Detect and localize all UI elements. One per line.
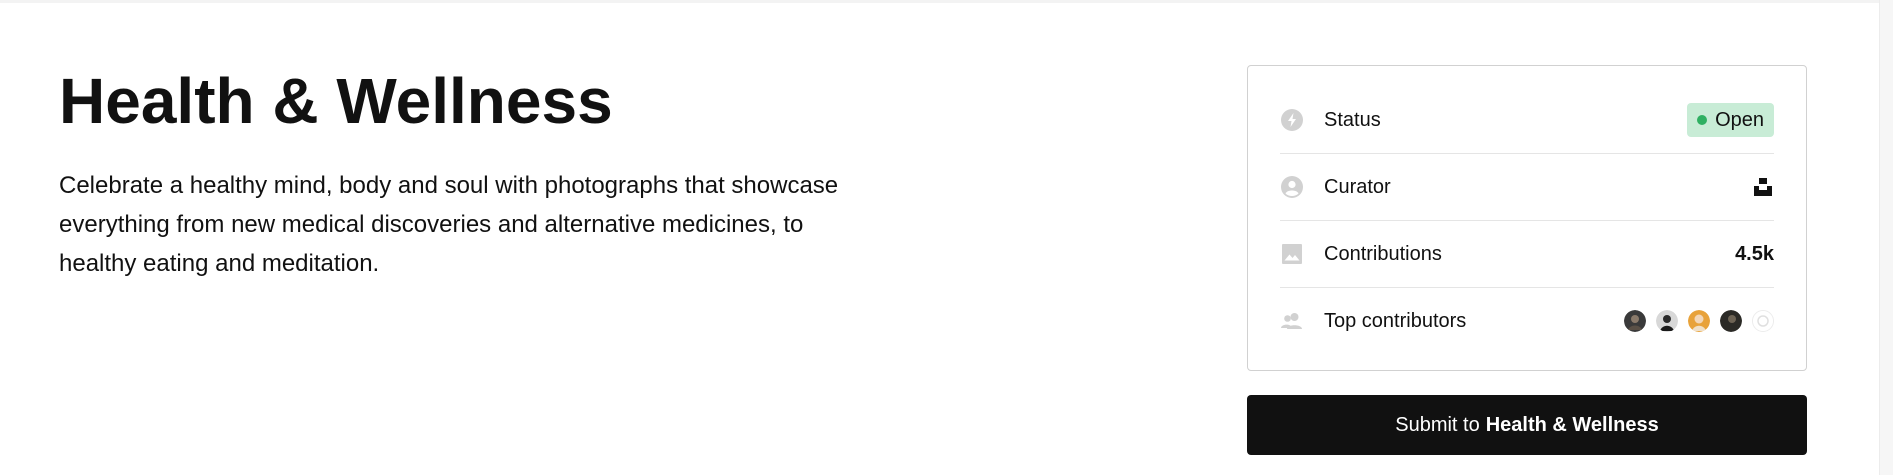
contributor-avatar[interactable] (1624, 310, 1646, 332)
contributor-avatar[interactable] (1752, 310, 1774, 332)
topic-description: Celebrate a healthy mind, body and soul … (59, 172, 839, 277)
contributions-row: Contributions 4.5k (1280, 221, 1774, 288)
submit-to-topic-button[interactable]: Submit to Health & Wellness (1247, 395, 1807, 455)
curator-row: Curator (1280, 154, 1774, 221)
bolt-icon (1280, 108, 1304, 132)
curator-label: Curator (1324, 175, 1391, 198)
status-row: Status Open (1280, 87, 1774, 154)
top-contributors-row: Top contributors (1280, 288, 1774, 354)
submit-prefix: Submit to (1395, 413, 1480, 436)
submit-topic-name: Health & Wellness (1485, 413, 1659, 436)
contributor-avatar[interactable] (1688, 310, 1710, 332)
topic-page: Health & Wellness Celebrate a healthy mi… (0, 0, 1893, 475)
unsplash-logo[interactable] (1752, 176, 1774, 198)
status-dot (1697, 115, 1708, 125)
image-icon (1280, 242, 1304, 266)
top-divider (0, 0, 1880, 3)
contributor-avatar[interactable] (1720, 310, 1742, 332)
topic-header: Health & Wellness Celebrate a healthy mi… (59, 62, 879, 283)
contributions-label: Contributions (1324, 242, 1442, 265)
contributions-count: 4.5k (1735, 242, 1774, 265)
top-contributors-label: Top contributors (1324, 309, 1467, 332)
user-circle-icon (1280, 175, 1304, 199)
scrollbar-track[interactable] (1879, 0, 1893, 475)
page-title: Health & Wellness (59, 65, 613, 137)
status-label: Status (1324, 108, 1381, 131)
contributor-avatar[interactable] (1656, 310, 1678, 332)
people-icon (1280, 309, 1304, 333)
contributor-avatars (1614, 310, 1774, 332)
status-value: Open (1715, 108, 1764, 131)
status-badge: Open (1687, 103, 1774, 137)
topic-info-card: Status Open Curator Contributions 4.5k T… (1247, 65, 1807, 371)
